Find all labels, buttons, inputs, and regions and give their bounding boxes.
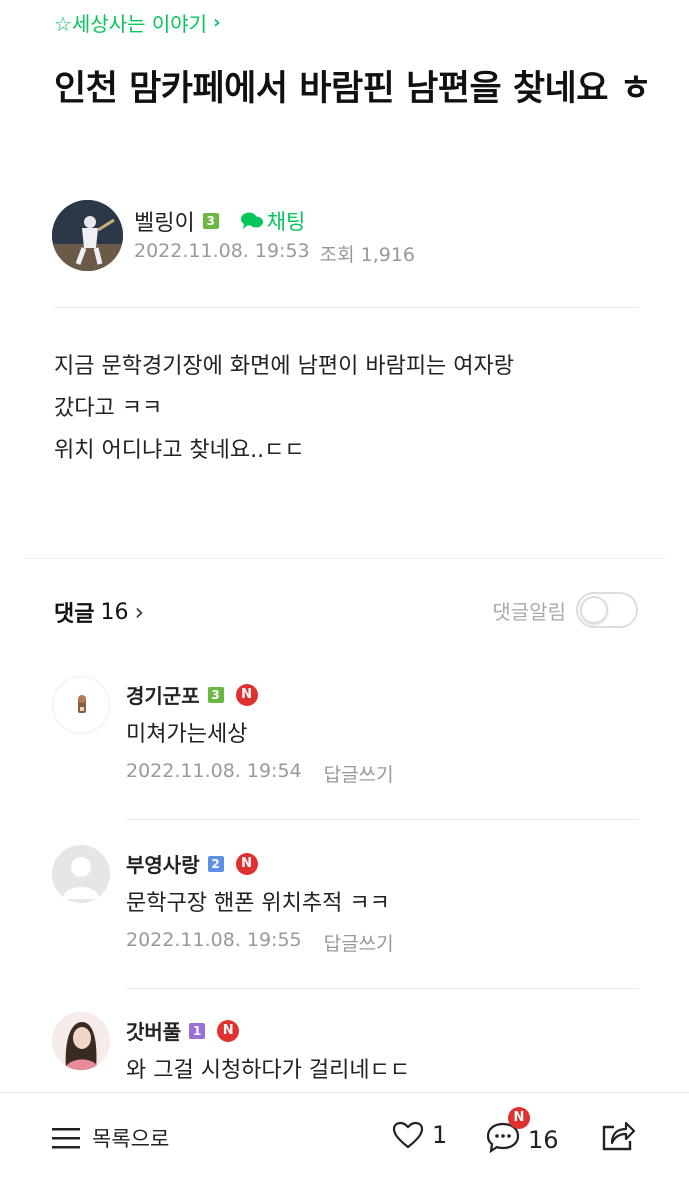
comment-alarm-label: 댓글알림 <box>492 599 566 624</box>
share-icon <box>602 1121 636 1151</box>
reply-button[interactable]: 답글쓰기 <box>324 929 394 956</box>
author-name[interactable]: 벨링이 <box>134 205 195 237</box>
author-info: 벨링이 3 채팅 2022.11.08. 19:53 조회 1,916 <box>52 200 652 272</box>
commenter-name[interactable]: 부영사랑 <box>126 849 200 878</box>
toggle-knob <box>580 596 608 624</box>
reply-button[interactable]: 답글쓰기 <box>324 760 394 787</box>
like-count: 1 <box>432 1121 448 1149</box>
board-label: ☆세상사는 이야기 <box>54 12 208 36</box>
new-badge: N <box>235 852 258 875</box>
comment-avatar[interactable] <box>52 676 110 734</box>
comment-text: 문학구장 핸폰 위치추적 ㅋㅋ <box>126 891 390 916</box>
chat-label: 채팅 <box>266 210 306 234</box>
comments-header: 댓글 16 › 댓글알림 <box>54 592 638 632</box>
comment-alarm-toggle[interactable] <box>576 592 638 628</box>
share-button[interactable] <box>600 1119 636 1157</box>
comment-item: 경기군포 3 N 미쳐가는세상 2022.11.08. 19:54 답글쓰기 <box>52 676 642 796</box>
chat-icon <box>240 212 263 229</box>
comment-count: 16 <box>528 1126 559 1154</box>
level-badge: 1 <box>189 1022 206 1039</box>
comment-text: 와 그걸 시청하다가 걸리네ㄷㄷ <box>126 1058 411 1083</box>
post-title: 인천 맘카페에서 바람핀 남편을 찾네요 ㅎ <box>54 69 652 109</box>
comment-avatar[interactable] <box>52 1012 110 1070</box>
back-to-list-button[interactable]: 목록으로 <box>52 1123 169 1153</box>
heart-icon <box>392 1121 424 1149</box>
new-badge: N <box>508 1107 530 1129</box>
divider <box>126 819 638 820</box>
bottom-bar: 목록으로 1 N 16 <box>0 1092 689 1182</box>
comments-label: 댓글 <box>54 602 95 627</box>
chat-button[interactable]: 채팅 <box>240 206 306 236</box>
comment-button[interactable]: N 16 <box>486 1107 559 1159</box>
comments-title[interactable]: 댓글 16 › <box>54 596 144 628</box>
chevron-right-icon: › <box>134 598 145 626</box>
menu-icon <box>52 1128 80 1149</box>
post-body-line: 지금 문학경기장에 화면에 남편이 바람피는 여자랑 <box>54 354 515 379</box>
post-body-line: 갔다고 ㅋㅋ <box>54 396 163 421</box>
comment-item: 부영사랑 2 N 문학구장 핸폰 위치추적 ㅋㅋ 2022.11.08. 19:… <box>52 845 642 965</box>
view-count: 조회 1,916 <box>319 244 416 266</box>
comment-item: 갓버풀 1 N 와 그걸 시청하다가 걸리네ㄷㄷ <box>52 1012 642 1092</box>
level-badge: 3 <box>202 213 219 229</box>
commenter-name[interactable]: 경기군포 <box>126 680 200 709</box>
new-badge: N <box>235 683 258 706</box>
author-avatar[interactable] <box>52 200 123 271</box>
level-badge: 2 <box>207 855 224 872</box>
chevron-right-icon: › <box>213 12 221 33</box>
post-body-line: 위치 어디냐고 찾네요..ㄷㄷ <box>54 438 305 463</box>
commenter-name[interactable]: 갓버풀 <box>126 1016 181 1045</box>
divider <box>54 307 638 308</box>
comment-date: 2022.11.08. 19:54 <box>126 760 302 782</box>
divider <box>126 988 638 989</box>
section-divider <box>24 558 665 559</box>
comment-avatar[interactable] <box>52 845 110 903</box>
back-to-list-label: 목록으로 <box>92 1127 170 1151</box>
like-button[interactable]: 1 <box>392 1121 447 1149</box>
level-badge: 3 <box>207 686 224 703</box>
new-badge: N <box>217 1019 240 1042</box>
board-link[interactable]: ☆세상사는 이야기 › <box>54 8 221 37</box>
comment-text: 미쳐가는세상 <box>126 722 248 747</box>
comment-date: 2022.11.08. 19:55 <box>126 929 302 951</box>
post-body: 지금 문학경기장에 화면에 남편이 바람피는 여자랑 갔다고 ㅋㅋ 위치 어디냐… <box>54 346 654 472</box>
comments-count: 16 <box>100 599 129 625</box>
post-date: 2022.11.08. 19:53 <box>134 240 310 262</box>
